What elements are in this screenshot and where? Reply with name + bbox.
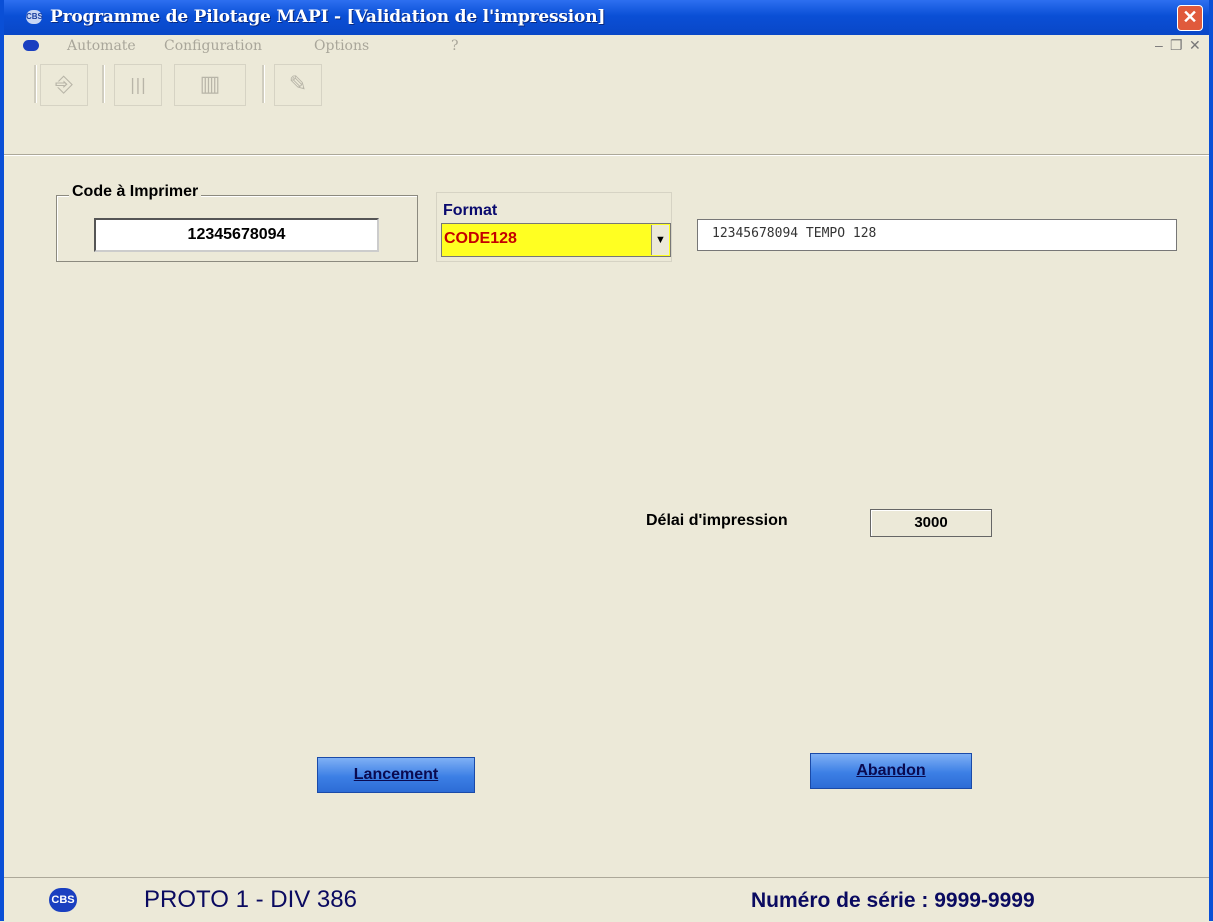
chevron-down-icon[interactable]: ▼ <box>651 225 669 255</box>
menu-configuration[interactable]: Configuration <box>164 38 262 54</box>
format-selected-value: CODE128 <box>444 230 517 247</box>
menu-options[interactable]: Options <box>314 38 369 54</box>
lancement-button[interactable]: Lancement <box>317 757 475 793</box>
code-group-label: Code à Imprimer <box>69 183 202 201</box>
format-label: Format <box>443 202 498 219</box>
toolbar-exit-button[interactable]: ⎆ <box>40 64 88 106</box>
status-bar: CBS PROTO 1 - DIV 386 Numéro de série : … <box>4 877 1209 922</box>
toolbar-bars-button[interactable]: ||| <box>114 64 162 106</box>
toolbar-divider <box>4 154 1209 156</box>
window-title: Programme de Pilotage MAPI - [Validation… <box>50 7 606 27</box>
mdi-minimize-button[interactable]: – <box>1155 37 1163 53</box>
abandon-button[interactable]: Abandon <box>810 753 972 789</box>
menu-bar: Automate Configuration Options ? – ❐ ✕ <box>4 35 1209 57</box>
menu-help[interactable]: ? <box>451 38 459 54</box>
barcode-icon: ▥ <box>199 72 221 97</box>
preview-field[interactable]: 12345678094 TEMPO 128 <box>697 219 1177 251</box>
delai-label: Délai d'impression <box>646 512 788 529</box>
menu-app-icon[interactable] <box>23 40 39 51</box>
format-group: Format CODE128 ▼ <box>436 192 672 262</box>
delai-input[interactable]: 3000 <box>870 509 992 537</box>
toolbar-separator <box>102 65 105 103</box>
cbs-logo: CBS <box>49 888 77 912</box>
mdi-close-button[interactable]: ✕ <box>1189 37 1201 54</box>
toolbar-go-button[interactable]: ▥ <box>174 64 246 106</box>
code-group: Code à Imprimer 12345678094 <box>56 183 418 262</box>
status-device: PROTO 1 - DIV 386 <box>144 886 357 913</box>
edit-pen-icon: ✎ <box>288 72 308 97</box>
format-select[interactable]: CODE128 ▼ <box>441 223 671 257</box>
app-title-icon: CBS <box>26 10 43 24</box>
bars-icon: ||| <box>129 75 147 94</box>
main-window: CBS Programme de Pilotage MAPI - [Valida… <box>0 0 1213 922</box>
toolbar: ⎆ ||| ▥ ✎ <box>4 57 1209 157</box>
preview-text: 12345678094 TEMPO 128 <box>712 226 877 241</box>
close-button[interactable]: ✕ <box>1177 5 1203 31</box>
mdi-restore-button[interactable]: ❐ <box>1170 37 1183 54</box>
toolbar-edit-button[interactable]: ✎ <box>274 64 322 106</box>
title-bar[interactable]: CBS Programme de Pilotage MAPI - [Valida… <box>4 0 1209 35</box>
menu-automate[interactable]: Automate <box>67 38 136 54</box>
toolbar-separator <box>34 65 37 103</box>
code-input[interactable]: 12345678094 <box>94 218 379 252</box>
status-serial: Numéro de série : 9999-9999 <box>751 889 1035 912</box>
toolbar-separator <box>262 65 265 103</box>
exit-door-icon: ⎆ <box>55 72 73 97</box>
